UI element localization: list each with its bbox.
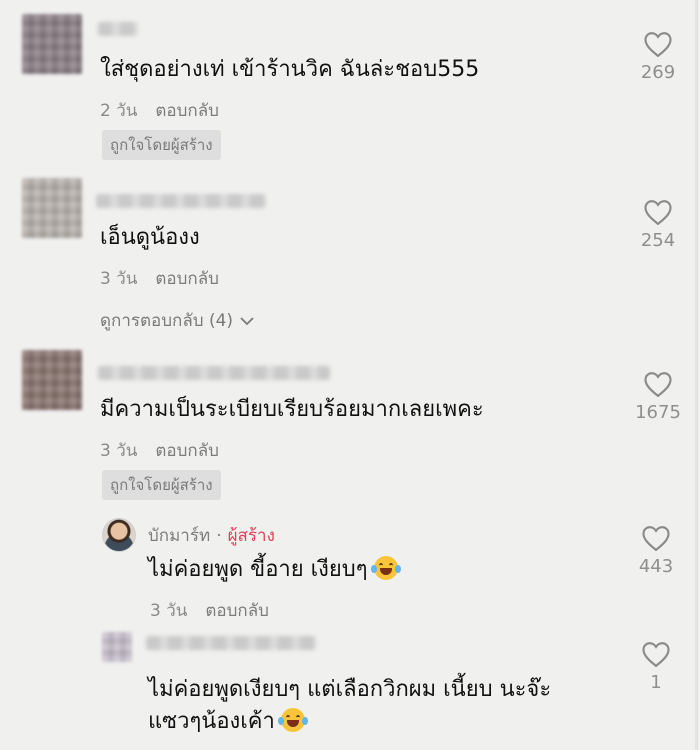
- avatar[interactable]: [102, 632, 132, 662]
- separator: ·: [216, 526, 222, 546]
- comment-text: มีความเป็นระเบียบเรียบร้อยมากเลยเพคะ: [100, 397, 484, 422]
- comment-time: 2 วัน: [100, 101, 138, 121]
- reply-button[interactable]: ตอบกลับ: [155, 441, 219, 461]
- view-replies-button[interactable]: ดูการตอบกลับ (4): [100, 307, 255, 334]
- comment-time: 3 วัน: [100, 441, 138, 461]
- scrollbar-track[interactable]: [695, 0, 698, 750]
- liked-by-creator-badge: ถูกใจโดยผู้สร้าง: [102, 130, 221, 160]
- view-replies-label: ดูการตอบกลับ (4): [100, 311, 234, 331]
- comment-meta: 3 วัน ตอบกลับ: [100, 437, 237, 464]
- username-blurred[interactable]: [98, 22, 138, 36]
- tears-of-joy-emoji: [277, 708, 308, 732]
- like-button[interactable]: 443: [626, 524, 686, 577]
- like-button[interactable]: 1: [626, 640, 686, 693]
- heart-outline-icon[interactable]: [641, 524, 671, 552]
- heart-outline-icon[interactable]: [641, 640, 671, 668]
- avatar[interactable]: [22, 14, 82, 74]
- heart-outline-icon[interactable]: [643, 30, 673, 58]
- reply-text-line-1: ไม่ค่อยพูดเงียบๆ แต่เลือกวิกผม เนี้ยบ นะ…: [148, 677, 552, 702]
- like-button[interactable]: 1675: [628, 370, 688, 423]
- comment-text: เอ็นดูน้องง: [100, 225, 200, 250]
- username-blurred[interactable]: [98, 366, 330, 380]
- reply-button[interactable]: ตอบกลับ: [205, 601, 269, 621]
- like-button[interactable]: 269: [628, 30, 688, 83]
- comment-time: 3 วัน: [100, 269, 138, 289]
- creator-tag: ผู้สร้าง: [227, 526, 275, 546]
- tears-of-joy-emoji: [370, 556, 401, 580]
- reply-text-line-2-content: แซวๆน้องเค้า: [148, 709, 275, 734]
- like-count: 1: [650, 672, 662, 693]
- comment-text: ใส่ชุดอย่างเท่ เข้าร้านวิค ฉันล่ะชอบ555: [100, 57, 480, 82]
- like-button[interactable]: 254: [628, 198, 688, 251]
- heart-outline-icon[interactable]: [643, 198, 673, 226]
- username-blurred[interactable]: [96, 194, 266, 208]
- like-count: 269: [640, 62, 676, 83]
- like-count: 443: [638, 556, 674, 577]
- like-count: 1675: [635, 402, 681, 423]
- reply-meta: 3 วัน ตอบกลับ: [150, 597, 287, 624]
- comment-meta: 2 วัน ตอบกลับ: [100, 97, 237, 124]
- reply-text-content: ไม่ค่อยพูด ขี้อาย เงียบๆ: [148, 557, 368, 582]
- comment-meta: 3 วัน ตอบกลับ: [100, 265, 237, 292]
- creator-avatar[interactable]: [102, 518, 136, 552]
- creator-name-line: บักมาร์ท · ผู้สร้าง: [148, 522, 275, 549]
- reply-button[interactable]: ตอบกลับ: [155, 269, 219, 289]
- reply-text-line-2: แซวๆน้องเค้า: [148, 708, 308, 736]
- avatar[interactable]: [22, 178, 82, 238]
- reply-time: 3 วัน: [150, 601, 188, 621]
- username-blurred[interactable]: [146, 636, 316, 650]
- liked-by-creator-badge: ถูกใจโดยผู้สร้าง: [102, 470, 221, 500]
- like-count: 254: [640, 230, 676, 251]
- chevron-down-icon: [240, 317, 254, 326]
- avatar[interactable]: [22, 350, 82, 410]
- heart-outline-icon[interactable]: [643, 370, 673, 398]
- reply-button[interactable]: ตอบกลับ: [155, 101, 219, 121]
- creator-username[interactable]: บักมาร์ท: [148, 526, 210, 546]
- reply-text: ไม่ค่อยพูด ขี้อาย เงียบๆ: [148, 556, 401, 584]
